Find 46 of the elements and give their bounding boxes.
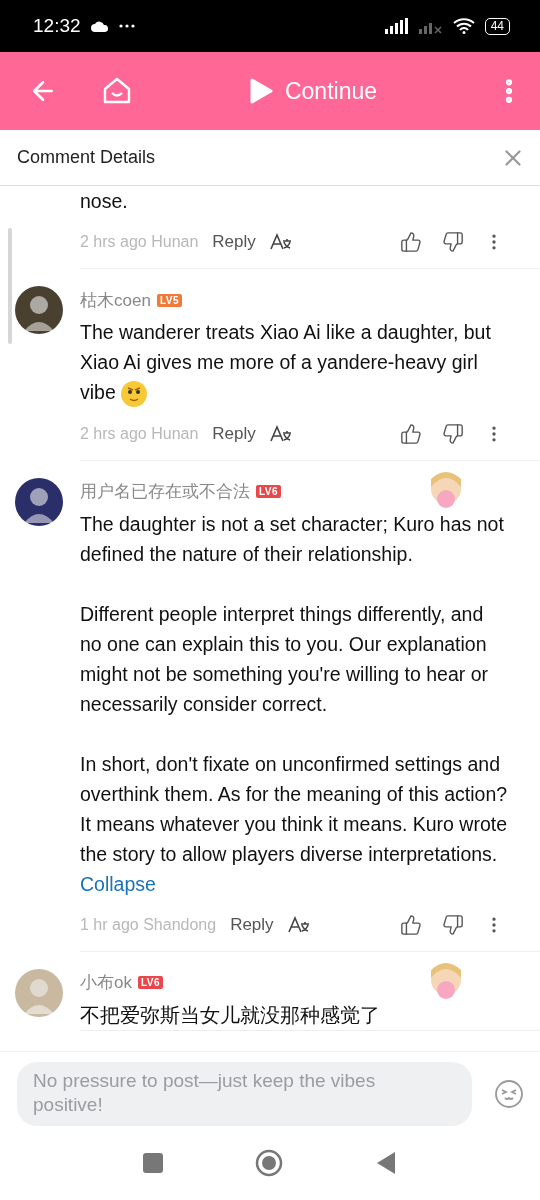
emoji-icon[interactable] — [494, 1078, 524, 1109]
translate-icon[interactable] — [287, 915, 310, 934]
time-location: 2 hrs ago Hunan — [80, 424, 199, 443]
comment-text: In short, don't fixate on unconfirmed settings and overthink them. As for the meaning of this action? It means whatever you think it means. Kuro wrote the story to allow players diverse interpretations. Collapse — [80, 751, 508, 897]
comment-text: nose. — [80, 189, 129, 214]
time-location: 2 hrs ago Hunan — [80, 233, 199, 251]
thumbs-up-icon[interactable] — [400, 913, 422, 936]
comment-input-field[interactable]: No pressure to post—just keep the vibes positive! — [17, 1061, 472, 1126]
reply-button[interactable]: Reply — [210, 421, 258, 446]
level-badge: LV6 — [137, 976, 164, 990]
avatar[interactable] — [14, 285, 64, 335]
clock: 12:32 — [33, 15, 81, 37]
avatar[interactable] — [14, 476, 64, 527]
cloud-icon — [90, 20, 109, 32]
translate-icon[interactable] — [269, 424, 292, 443]
reply-button[interactable]: Reply — [210, 230, 258, 254]
reply-button[interactable]: Reply — [228, 912, 276, 937]
time-location: 1 hr ago Shandong — [80, 915, 217, 934]
more-dots-icon — [118, 24, 135, 28]
username[interactable]: 小布ok — [80, 971, 132, 995]
username[interactable]: 用户名已存在或不合法 — [80, 480, 250, 504]
panel-title: Comment Details — [17, 147, 156, 168]
comment-text: Different people interpret things differently, and no one can explain this to you. Our explanation might not be something you're willing to hear or necessarily consider correct. — [80, 601, 490, 717]
continue-button[interactable]: Continue — [244, 73, 382, 109]
home-icon[interactable] — [255, 1148, 283, 1177]
back-icon[interactable] — [375, 1150, 397, 1175]
thumbs-down-icon[interactable] — [442, 231, 464, 253]
play-icon — [248, 78, 273, 104]
thumbs-up-icon[interactable] — [400, 231, 422, 253]
translate-icon[interactable] — [269, 233, 292, 251]
battery-icon: 44 — [484, 17, 510, 35]
recents-icon[interactable] — [143, 1152, 163, 1173]
comment-text: 不把爱弥斯当女儿就没那种感觉了 — [80, 1002, 381, 1028]
collapse-link[interactable]: Collapse — [80, 872, 156, 895]
level-badge: LV6 — [256, 485, 282, 499]
scrollbar[interactable] — [8, 228, 12, 344]
thumbs-down-icon[interactable] — [442, 422, 464, 445]
username[interactable]: 枯木coen — [80, 288, 151, 312]
comment-text: The daughter is not a set character; Kuro has not defined the nature of their relationship. — [80, 511, 505, 567]
wifi-icon — [452, 18, 475, 34]
signal-icon — [384, 18, 409, 34]
home-icon[interactable] — [102, 76, 132, 106]
level-badge: LV5 — [156, 293, 182, 307]
thumbs-down-icon[interactable] — [442, 913, 464, 936]
thumbs-up-icon[interactable] — [400, 422, 422, 445]
comment-text: The wanderer treats Xiao Ai like a daughter, but Xiao Ai gives me more of a yandere-heavy girl vibe — [80, 317, 508, 408]
